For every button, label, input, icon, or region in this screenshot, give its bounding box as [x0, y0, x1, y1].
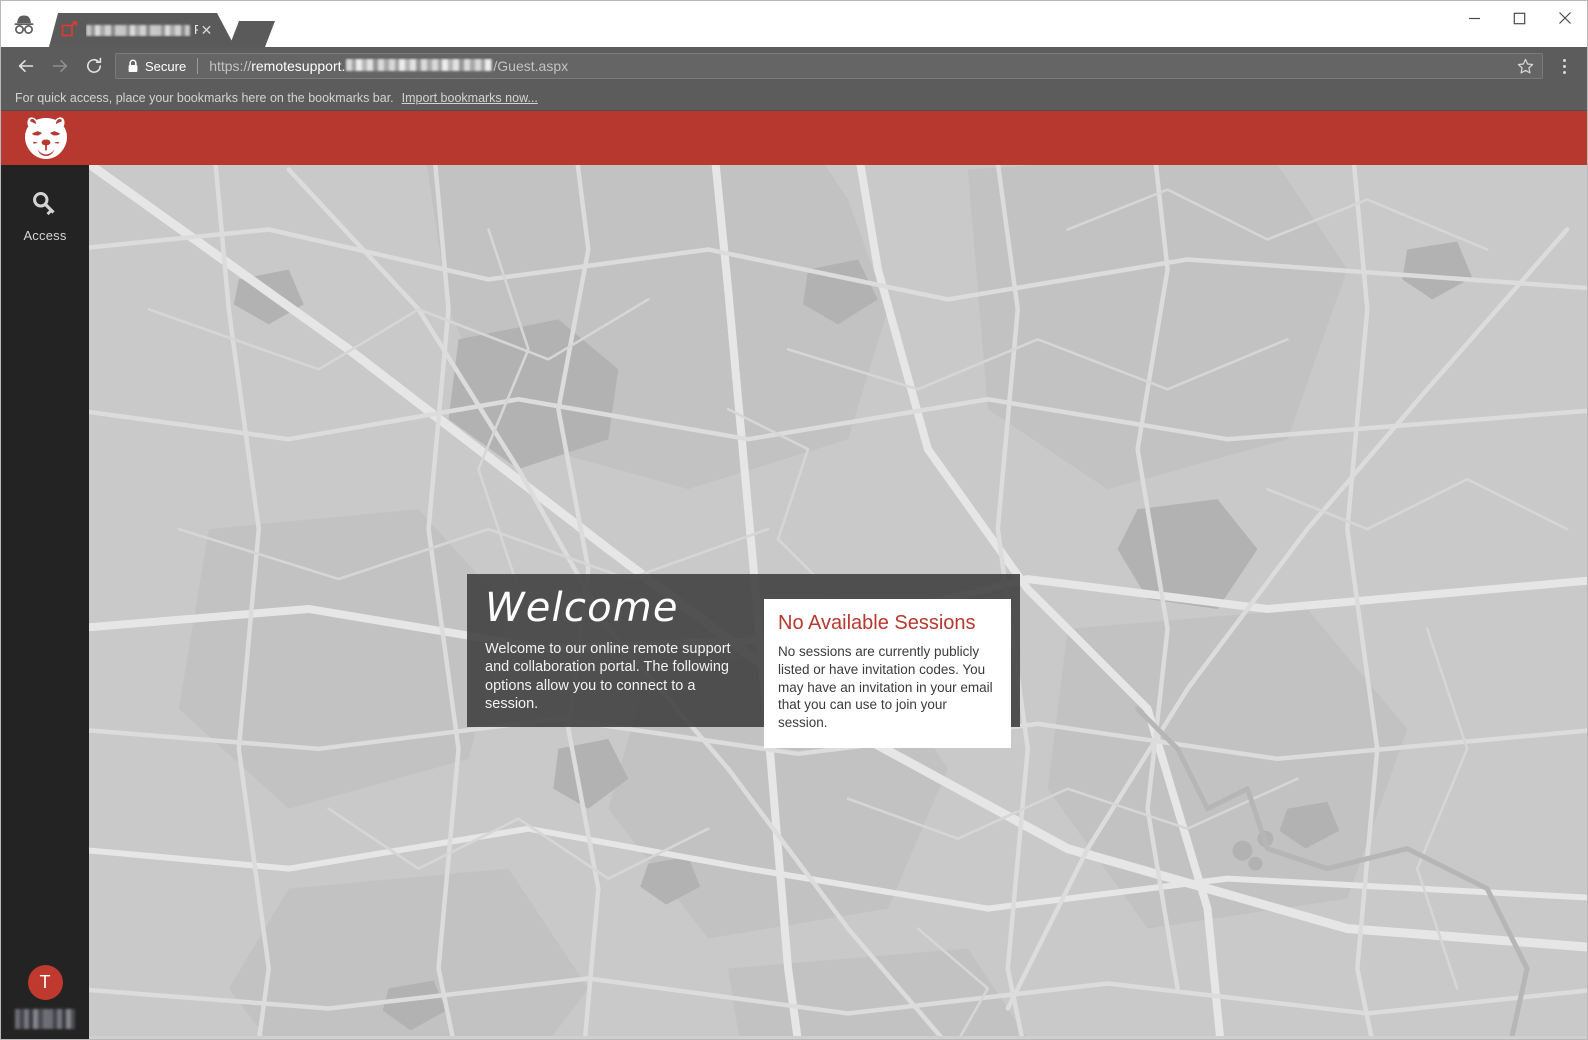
maximize-icon[interactable] [1497, 1, 1542, 35]
menu-dot [1562, 70, 1566, 74]
tab-title-redaction [86, 25, 190, 36]
bookmarks-bar: For quick access, place your bookmarks h… [1, 85, 1587, 111]
close-icon[interactable] [1542, 1, 1587, 35]
incognito-hat-glasses-icon [7, 9, 41, 41]
sessions-card-body: No sessions are currently publicly liste… [778, 644, 993, 731]
remote-support-favicon [61, 21, 79, 39]
browser-window: Remote ✕ [0, 0, 1588, 1040]
tab-title: Remote [86, 23, 198, 37]
username-redaction [15, 1009, 75, 1029]
no-available-sessions-card: No Available Sessions No sessions are cu… [764, 599, 1011, 749]
key-icon [28, 187, 62, 221]
forward-arrow-icon [43, 49, 77, 83]
leopard-head-logo [19, 114, 73, 162]
browser-toolbar: Secure https://remotesupport. /Guest.aspx [1, 47, 1587, 85]
welcome-text-column: Welcome Welcome to our online remote sup… [467, 574, 759, 727]
window-controls [1452, 1, 1587, 35]
app-sidebar: Access T [1, 165, 89, 1039]
url-path: /Guest.aspx [493, 58, 569, 74]
import-bookmarks-link[interactable]: Import bookmarks now... [402, 91, 538, 105]
url-host-visible: remotesupport. [251, 58, 346, 74]
new-tab-button[interactable] [229, 21, 275, 47]
welcome-panel: Welcome Welcome to our online remote sup… [467, 574, 1020, 749]
menu-dot [1562, 58, 1566, 62]
sidebar-item-label: Access [23, 228, 67, 243]
sidebar-user-block[interactable]: T [1, 965, 89, 1039]
tab-strip: Remote ✕ [1, 1, 1587, 47]
menu-dot [1562, 64, 1566, 68]
url-text: https://remotesupport. /Guest.aspx [209, 58, 1512, 74]
brand-header-bar [1, 111, 1587, 165]
avatar[interactable]: T [27, 965, 63, 1000]
star-outline-icon[interactable] [1512, 58, 1538, 75]
welcome-description: Welcome to our online remote support and… [485, 641, 731, 713]
address-bar[interactable]: Secure https://remotesupport. /Guest.aspx [115, 53, 1543, 79]
tab-close-icon[interactable]: ✕ [198, 22, 215, 39]
page-title: Welcome [485, 585, 679, 631]
reload-icon[interactable] [77, 49, 111, 83]
page-viewport: Access T Welcome Welcome to our online r… [1, 111, 1587, 1039]
url-scheme: https:// [209, 58, 252, 74]
lock-icon [125, 59, 140, 73]
window-bottom-edge [1, 1036, 1587, 1039]
bookmarks-hint-text: For quick access, place your bookmarks h… [15, 90, 394, 105]
url-redaction [346, 59, 493, 71]
security-label: Secure [145, 58, 187, 74]
omnibox-divider [197, 58, 199, 74]
sidebar-item-access[interactable]: Access [1, 183, 89, 249]
back-arrow-icon[interactable] [9, 49, 43, 83]
browser-tab[interactable]: Remote ✕ [49, 13, 235, 47]
three-dot-menu-icon[interactable] [1549, 58, 1579, 74]
minimize-icon[interactable] [1452, 1, 1497, 35]
sessions-card-title: No Available Sessions [778, 612, 976, 634]
